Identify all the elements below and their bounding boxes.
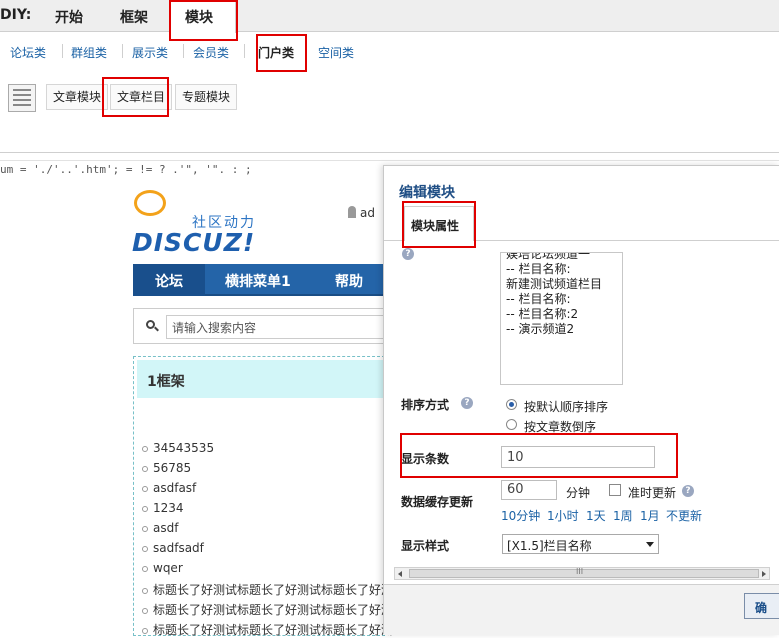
cache-link-1m[interactable]: 1月 [640, 507, 660, 524]
cache-unit: 分钟 [566, 486, 591, 500]
subnav-space[interactable]: 空间类 [318, 44, 354, 61]
tab-start[interactable]: 开始 [55, 7, 83, 27]
chevron-down-icon [646, 542, 654, 547]
list-item[interactable]: asdfasf [142, 481, 196, 495]
preview-frame: 1框架 34543535 56785 asdfasf 1234 asdf sad… [133, 356, 393, 637]
divider [0, 160, 779, 161]
subnav-divider [122, 44, 123, 58]
sort-default-label[interactable]: 按默认顺序排序 [524, 398, 608, 415]
list-item[interactable]: asdf [142, 521, 178, 535]
code-text: um = './'..'.htm'; = != ? .'", '". : ; [0, 163, 252, 176]
scroll-right-icon[interactable] [762, 571, 766, 577]
dialog-footer: 确 [384, 584, 779, 635]
cache-link-1d[interactable]: 1天 [586, 507, 606, 524]
edit-module-dialog: 编辑模块 模块属性 ? 娱培论坛频道一 -- 栏目名称: 新建测试频道栏目 --… [383, 165, 779, 635]
list-option[interactable]: 新建测试频道栏目 [506, 277, 617, 292]
confirm-button[interactable]: 确 [744, 593, 779, 619]
highlight-count [400, 433, 678, 478]
list-option[interactable]: 娱培论坛频道一 [506, 253, 617, 262]
scrollbar-grip: III [576, 567, 584, 576]
scroll-left-icon[interactable] [398, 571, 402, 577]
help-icon[interactable]: ? [682, 485, 694, 497]
sort-article-count-radio[interactable] [506, 419, 517, 430]
column-listbox[interactable]: 娱培论坛频道一 -- 栏目名称: 新建测试频道栏目 -- 栏目名称: -- 栏目… [500, 252, 623, 385]
cache-label: 数据缓存更新 [401, 495, 474, 509]
style-select[interactable]: [X1.5]栏目名称 [502, 534, 659, 554]
help-icon[interactable]: ? [461, 397, 473, 409]
module-article-button[interactable]: 文章模块 [46, 84, 109, 110]
tab-frame[interactable]: 框架 [120, 7, 148, 27]
top-tab-bar: DIY: 开始 框架 模块 [0, 0, 779, 33]
frame-title: 1框架 [137, 360, 385, 398]
list-item[interactable]: 标题长了好测试标题长了好测试标题长了好测 [142, 621, 393, 638]
subnav-forum[interactable]: 论坛类 [10, 44, 46, 61]
highlight-module-properties [402, 201, 476, 248]
subnav-showcase[interactable]: 展示类 [132, 44, 168, 61]
scrollbar-thumb[interactable]: III [409, 567, 759, 578]
preview-navbar: 论坛 横排菜单1 帮助 [133, 264, 385, 296]
search-icon-handle [154, 326, 159, 332]
cache-checkbox[interactable] [609, 484, 621, 496]
list-option[interactable]: -- 演示频道2 [506, 322, 617, 337]
help-icon[interactable]: ? [402, 248, 414, 260]
list-item[interactable]: sadfsadf [142, 541, 204, 555]
subnav-divider [244, 44, 245, 58]
diy-label: DIY: [0, 7, 32, 23]
highlight-article-column [102, 77, 169, 117]
dialog-title: 编辑模块 [399, 185, 455, 201]
horizontal-scrollbar[interactable]: III [394, 567, 770, 580]
cache-link-never[interactable]: 不更新 [666, 507, 702, 524]
list-option[interactable]: -- 栏目名称:2 [506, 307, 617, 322]
user-name[interactable]: ad [360, 206, 375, 220]
cache-input[interactable]: 60 [501, 480, 557, 500]
nav-item-help[interactable]: 帮助 [335, 271, 363, 291]
search-input[interactable]: 请输入搜索内容 [166, 315, 388, 339]
subnav-divider [62, 44, 63, 58]
cache-link-1h[interactable]: 1小时 [547, 507, 579, 524]
module-topic-button[interactable]: 专题模块 [175, 84, 238, 110]
sort-label: 排序方式 [401, 398, 450, 412]
search-bar: 请输入搜索内容 [133, 308, 388, 344]
cache-check-label[interactable]: 准时更新 [628, 484, 676, 501]
list-item[interactable]: 1234 [142, 501, 184, 515]
list-item[interactable]: 标题长了好测试标题长了好测试标题长了好测 [142, 581, 393, 598]
sort-default-radio[interactable] [506, 399, 517, 410]
highlight-subnav-portal [256, 34, 307, 72]
logo-bubble-icon [134, 190, 166, 216]
list-item[interactable]: 56785 [142, 461, 191, 475]
logo: DISCUZ! [132, 228, 256, 257]
style-label: 显示样式 [401, 539, 450, 553]
nav-item-forum[interactable]: 论坛 [155, 271, 183, 291]
list-item[interactable]: 34543535 [142, 441, 214, 455]
list-item[interactable]: 标题长了好测试标题长了好测试标题长了好测 [142, 601, 393, 618]
cache-link-1w[interactable]: 1周 [613, 507, 633, 524]
highlight-tab-module [169, 0, 238, 41]
list-item[interactable]: wqer [142, 561, 183, 575]
subnav-member[interactable]: 会员类 [193, 44, 229, 61]
cache-link-10min[interactable]: 10分钟 [501, 507, 540, 524]
nav-item-horizontal-menu[interactable]: 横排菜单1 [225, 271, 291, 291]
subnav-group[interactable]: 群组类 [71, 44, 107, 61]
style-select-value: [X1.5]栏目名称 [507, 539, 592, 553]
subnav-divider [183, 44, 184, 58]
user-icon [348, 206, 356, 218]
divider [0, 152, 779, 153]
list-option[interactable]: -- 栏目名称: [506, 262, 617, 277]
list-option[interactable]: -- 栏目名称: [506, 292, 617, 307]
module-list-icon [8, 84, 36, 112]
